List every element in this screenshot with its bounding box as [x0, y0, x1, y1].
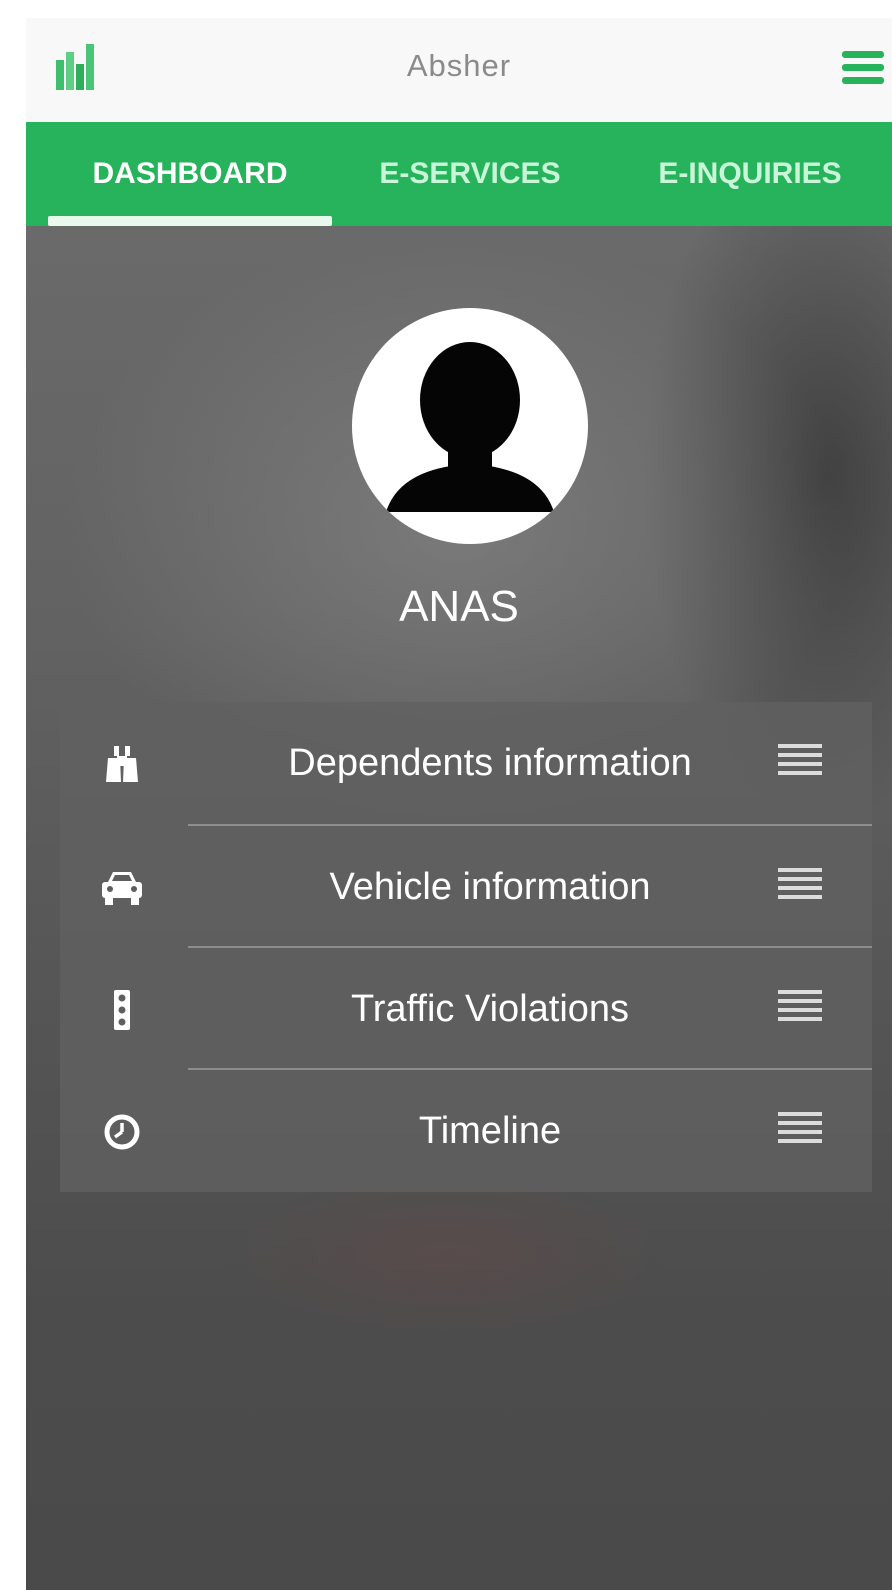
- tab-dashboard[interactable]: DASHBOARD: [48, 122, 332, 226]
- tab-e-inquiries[interactable]: E-INQUIRIES: [608, 122, 892, 226]
- clock-icon: [104, 1114, 140, 1150]
- traffic-light-icon: [114, 990, 130, 1030]
- menu-item-label: Timeline: [418, 1110, 562, 1152]
- drag-handle-icon[interactable]: [776, 1106, 824, 1146]
- drag-handle-icon[interactable]: [776, 862, 824, 902]
- tab-e-inquiries-label: E-INQUIRIES: [658, 157, 842, 190]
- menu-item-vehicle-information[interactable]: Vehicle information: [60, 826, 872, 948]
- avatar[interactable]: [352, 308, 588, 544]
- hamburger-menu-icon[interactable]: [840, 48, 886, 88]
- app-title: Absher: [406, 48, 512, 83]
- binoculars-icon: [106, 746, 138, 782]
- active-tab-indicator: [48, 216, 332, 226]
- drag-handle-icon[interactable]: [776, 984, 824, 1024]
- dashboard-content: ANAS Dependents information Vehicle info…: [26, 226, 892, 1590]
- menu-item-traffic-violations[interactable]: Traffic Violations: [60, 948, 872, 1070]
- app-screen: Absher DASHBOARD E-SERVICES E-INQUIRIES: [26, 18, 892, 1590]
- tab-bar: DASHBOARD E-SERVICES E-INQUIRIES: [26, 122, 892, 226]
- user-silhouette-icon: [386, 342, 554, 512]
- car-icon: [102, 872, 142, 905]
- menu-item-dependents-information[interactable]: Dependents information: [60, 702, 872, 824]
- user-name: ANAS: [399, 582, 519, 631]
- tab-dashboard-label: DASHBOARD: [92, 157, 288, 190]
- menu-item-label: Vehicle information: [329, 866, 651, 908]
- tab-e-services-label: E-SERVICES: [379, 157, 561, 190]
- menu-item-label: Dependents information: [288, 742, 692, 784]
- menu-item-label: Traffic Violations: [350, 988, 630, 1030]
- app-header: Absher: [26, 18, 892, 122]
- info-menu: Dependents information Vehicle informati…: [60, 702, 872, 1192]
- menu-item-timeline[interactable]: Timeline: [60, 1070, 872, 1192]
- tab-e-services[interactable]: E-SERVICES: [332, 122, 608, 226]
- drag-handle-icon[interactable]: [776, 738, 824, 778]
